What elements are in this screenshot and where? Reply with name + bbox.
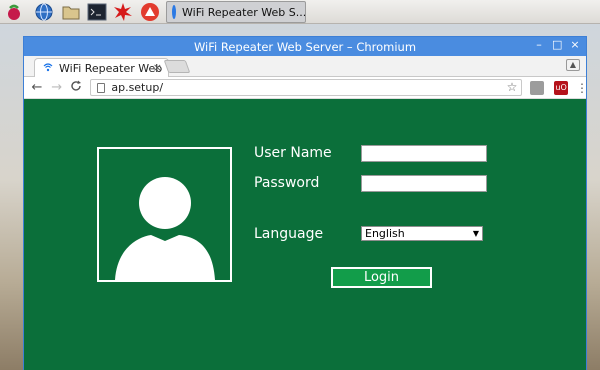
burst-icon[interactable]	[113, 2, 133, 22]
bookmark-star-icon[interactable]: ☆	[507, 80, 518, 94]
page-content: User Name Password Language English ▼ Lo…	[24, 99, 586, 370]
back-button[interactable]: ←	[29, 80, 45, 95]
minimize-button[interactable]: –	[534, 38, 544, 51]
password-label: Password	[254, 175, 320, 191]
username-field[interactable]	[361, 145, 487, 162]
folder-icon[interactable]	[61, 2, 81, 22]
raspberry-icon[interactable]	[4, 2, 24, 22]
page-icon	[97, 82, 106, 93]
wifi-icon	[43, 62, 53, 75]
profile-icon[interactable]: ▲	[566, 59, 580, 71]
maximize-button[interactable]: □	[552, 38, 562, 51]
tab-close-button[interactable]: ×	[153, 61, 162, 74]
new-tab-button[interactable]	[163, 60, 191, 73]
login-button[interactable]: Login	[331, 267, 432, 288]
close-window-button[interactable]: ×	[570, 38, 580, 51]
terminal-icon[interactable]	[87, 2, 107, 22]
tab-strip: WiFi Repeater Web × ▲	[24, 56, 586, 77]
window-controls: – □ ×	[534, 38, 580, 51]
forward-button[interactable]: →	[49, 80, 65, 95]
language-label: Language	[254, 226, 324, 242]
browser-toolbar: ← → ap.setup/ ☆ uO ⋮	[24, 77, 588, 99]
dropdown-arrow-icon: ▼	[472, 229, 479, 238]
extension-icon[interactable]	[530, 80, 545, 95]
globe-icon[interactable]	[34, 2, 54, 22]
taskbar-task-chromium[interactable]: WiFi Repeater Web S...	[166, 1, 306, 23]
user-silhouette-icon	[115, 177, 215, 280]
taskbar-task-label: WiFi Repeater Web S...	[182, 5, 306, 19]
tab-wifi-repeater[interactable]: WiFi Repeater Web ×	[34, 58, 169, 77]
reload-button[interactable]	[69, 80, 85, 96]
browser-window: WiFi Repeater Web Server – Chromium – □ …	[24, 37, 588, 370]
language-selected-value: English	[365, 227, 405, 240]
wolfram-icon[interactable]	[140, 2, 160, 22]
shield-icon[interactable]: uO	[554, 80, 569, 95]
address-bar[interactable]: ap.setup/ ☆	[90, 79, 523, 96]
language-select[interactable]: English ▼	[361, 226, 483, 241]
chromium-icon	[172, 5, 176, 19]
browser-menu-button[interactable]: ⋮	[576, 81, 588, 95]
window-titlebar[interactable]: WiFi Repeater Web Server – Chromium – □ …	[24, 37, 586, 56]
address-url: ap.setup/	[111, 81, 164, 94]
username-label: User Name	[254, 145, 332, 161]
window-title: WiFi Repeater Web Server – Chromium	[193, 39, 417, 54]
login-button-label: Login	[363, 270, 400, 285]
taskbar: WiFi Repeater Web S...	[0, 0, 600, 24]
password-field[interactable]	[361, 175, 487, 192]
user-avatar	[97, 147, 232, 282]
tab-title: WiFi Repeater Web	[59, 61, 163, 75]
